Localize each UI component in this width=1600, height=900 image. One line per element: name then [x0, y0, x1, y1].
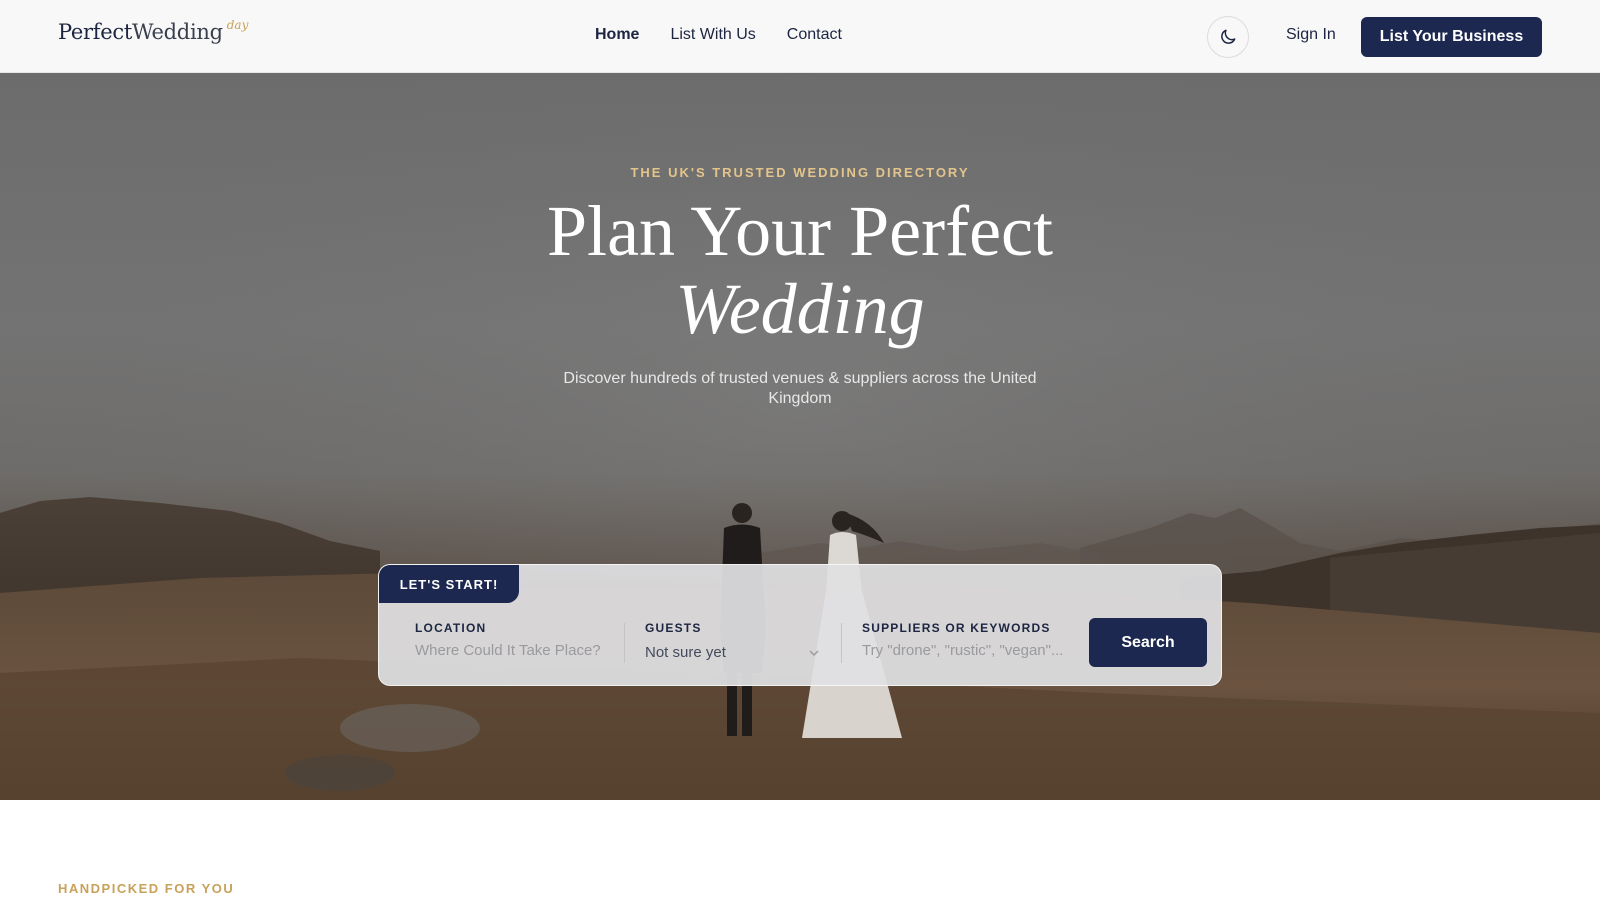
hero-title-line1: Plan Your Perfect — [547, 191, 1053, 271]
guests-field[interactable]: GUESTS Not sure yet — [645, 621, 825, 661]
nav-item-home[interactable]: Home — [595, 26, 639, 44]
field-divider — [624, 623, 625, 663]
section-eyebrow: HANDPICKED FOR YOU — [58, 881, 235, 896]
logo-text-wedding: Wedding — [131, 20, 223, 44]
hero-title-line2: Wedding — [675, 269, 925, 349]
search-panel: LET'S START! LOCATION GUESTS Not sure ye… — [378, 564, 1222, 686]
site-header: Perfect Wedding day Home List With Us Co… — [0, 0, 1600, 73]
hero-subtitle: Discover hundreds of trusted venues & su… — [563, 370, 1037, 407]
main-nav: Home List With Us Contact — [595, 26, 873, 44]
lets-start-tab[interactable]: LET'S START! — [379, 565, 519, 603]
nav-item-list-with-us[interactable]: List With Us — [670, 26, 755, 44]
logo-text-perfect: Perfect — [58, 20, 132, 44]
nav-item-contact[interactable]: Contact — [787, 26, 842, 44]
keywords-field: SUPPLIERS OR KEYWORDS — [862, 621, 1062, 659]
location-label: LOCATION — [415, 621, 487, 635]
search-button[interactable]: Search — [1089, 618, 1207, 667]
list-your-business-button[interactable]: List Your Business — [1361, 17, 1542, 57]
theme-toggle-button[interactable] — [1207, 16, 1249, 58]
guests-select[interactable]: Not sure yet — [645, 642, 825, 661]
keywords-label: SUPPLIERS OR KEYWORDS — [862, 621, 1051, 635]
location-field: LOCATION — [415, 621, 615, 659]
guests-label: GUESTS — [645, 621, 702, 635]
field-divider — [841, 623, 842, 663]
location-input[interactable] — [415, 642, 615, 659]
hero-section: THE UK'S TRUSTED WEDDING DIRECTORY Plan … — [0, 73, 1600, 800]
logo-text-day: day — [226, 18, 249, 32]
sign-in-link[interactable]: Sign In — [1286, 26, 1336, 44]
site-logo[interactable]: Perfect Wedding day — [58, 18, 249, 44]
chevron-down-icon — [809, 650, 819, 656]
hero-background-image — [0, 73, 1600, 800]
guests-select-value: Not sure yet — [645, 644, 726, 661]
moon-icon — [1221, 29, 1236, 44]
hero-eyebrow: THE UK'S TRUSTED WEDDING DIRECTORY — [630, 165, 970, 180]
keywords-input[interactable] — [862, 642, 1062, 659]
